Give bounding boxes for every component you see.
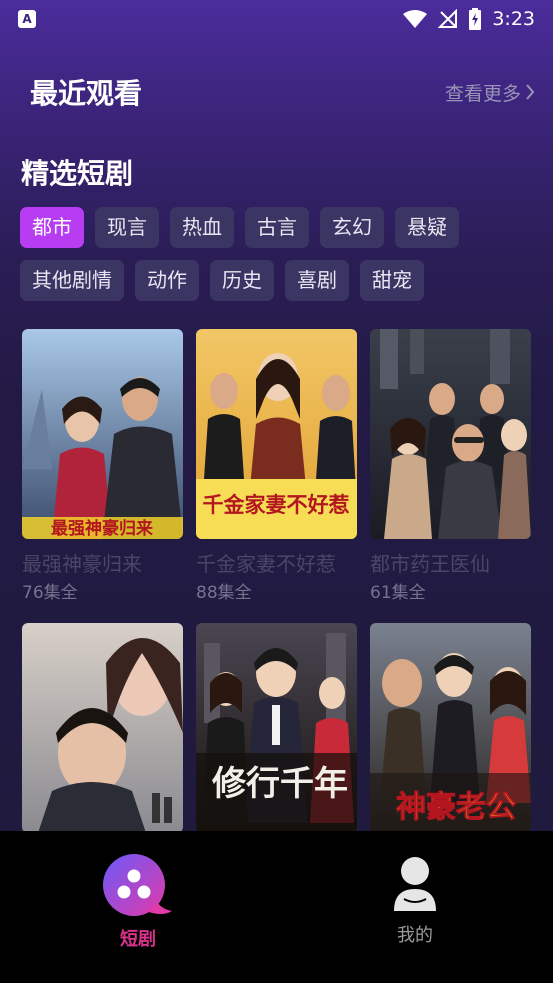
wifi-icon [403, 10, 428, 28]
category-chip-comedy[interactable]: 喜剧 [285, 260, 349, 301]
see-more-label: 查看更多 [444, 82, 521, 105]
user-icon [394, 857, 436, 911]
category-chip-mystery[interactable]: 悬疑 [395, 207, 459, 248]
poster-text: 最强神豪归来 [51, 518, 154, 539]
category-chip-fantasy[interactable]: 玄幻 [320, 207, 384, 248]
recent-section-header: 最近观看 查看更多 [30, 72, 535, 112]
drama-poster[interactable] [370, 329, 531, 539]
nav-item-mine[interactable]: 我的 [345, 853, 485, 947]
category-row: 其他剧情 动作 历史 喜剧 甜宠 [20, 260, 540, 301]
poster-text: 千金家妻不好惹 [203, 493, 350, 517]
category-chip-action[interactable]: 动作 [135, 260, 199, 301]
recent-title: 最近观看 [30, 77, 143, 110]
no-signal-icon [438, 9, 458, 28]
chevron-right-icon [526, 84, 535, 100]
category-chip-urban[interactable]: 都市 [20, 207, 84, 248]
dramas-icon [103, 854, 172, 916]
category-chip-passion[interactable]: 热血 [170, 207, 234, 248]
drama-card[interactable]: 修行千年 [196, 623, 357, 831]
status-bar: A 3:23 [0, 0, 553, 38]
drama-grid: 最强神豪归来 最强神豪归来 76集全 千金家妻不好惹 千金家妻不好惹 88集全 … [22, 329, 532, 831]
nav-label-mine: 我的 [397, 925, 433, 946]
category-chip-modern-romance[interactable]: 现言 [95, 207, 159, 248]
drama-poster[interactable]: 最强神豪归来 [22, 329, 183, 539]
drama-card[interactable]: 神豪老公 [370, 623, 531, 831]
drama-card[interactable]: 最强神豪归来 最强神豪归来 76集全 [22, 329, 183, 603]
poster-text: 神豪老公 [396, 790, 516, 825]
status-time: 3:23 [492, 8, 535, 30]
drama-poster[interactable]: 千金家妻不好惹 [196, 329, 357, 539]
bottom-nav: 短剧 我的 [0, 831, 553, 983]
drama-card[interactable] [22, 623, 183, 831]
drama-episodes: 76集全 [22, 583, 78, 603]
category-chip-history[interactable]: 历史 [210, 260, 274, 301]
drama-episodes: 88集全 [196, 583, 252, 603]
category-chip-sweet[interactable]: 甜宠 [360, 260, 424, 301]
drama-poster[interactable]: 神豪老公 [370, 623, 531, 831]
drama-episodes: 61集全 [370, 583, 426, 603]
drama-title: 最强神豪归来 [22, 552, 142, 574]
poster-text: 修行千年 [211, 764, 348, 804]
category-row: 都市 现言 热血 古言 玄幻 悬疑 [20, 207, 540, 248]
drama-grid-row: 修行千年 神豪老公 [22, 623, 532, 831]
app-notification-icon: A [18, 10, 36, 28]
see-more-link[interactable]: 查看更多 [445, 79, 535, 106]
drama-card[interactable]: 千金家妻不好惹 千金家妻不好惹 88集全 [196, 329, 357, 603]
drama-card[interactable]: 都市药王医仙 61集全 [370, 329, 531, 603]
drama-poster[interactable] [22, 623, 183, 831]
featured-title: 精选短剧 [21, 157, 134, 190]
drama-poster[interactable]: 修行千年 [196, 623, 357, 831]
drama-title: 都市药王医仙 [370, 552, 490, 574]
category-chip-other[interactable]: 其他剧情 [20, 260, 124, 301]
category-chip-ancient-romance[interactable]: 古言 [245, 207, 309, 248]
battery-charging-icon [469, 8, 482, 30]
nav-item-dramas[interactable]: 短剧 [68, 853, 208, 951]
category-chips: 都市 现言 热血 古言 玄幻 悬疑 其他剧情 动作 历史 喜剧 甜宠 [20, 207, 540, 313]
nav-label-dramas: 短剧 [120, 929, 156, 950]
drama-title: 千金家妻不好惹 [196, 552, 336, 574]
drama-grid-row: 最强神豪归来 最强神豪归来 76集全 千金家妻不好惹 千金家妻不好惹 88集全 … [22, 329, 532, 603]
